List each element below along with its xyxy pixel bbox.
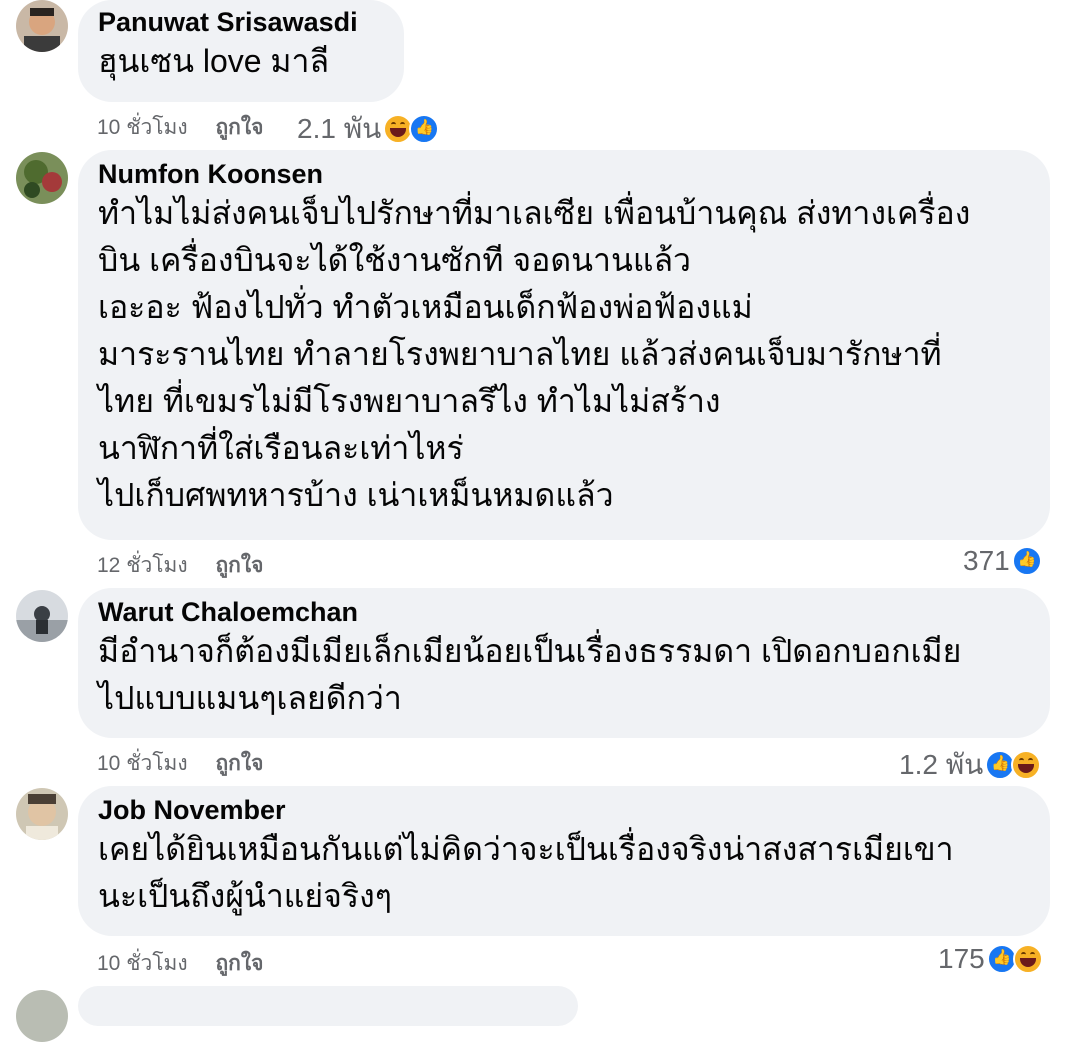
comment-time[interactable]: 10 ชั่วโมง xyxy=(97,747,188,780)
comment-meta: 10 ชั่วโมง ถูกใจ xyxy=(97,747,263,780)
comment-bubble: Numfon Koonsen ทำไมไม่ส่งคนเจ็บไปรักษาที… xyxy=(78,150,1050,540)
like-icon xyxy=(409,114,440,144)
avatar-photo xyxy=(16,152,68,204)
reaction-summary[interactable]: 2.1 พัน xyxy=(297,107,440,151)
comment-text: ไปแบบแมนๆเลยดีกว่า xyxy=(98,680,402,716)
reaction-summary[interactable]: 371 xyxy=(963,545,1042,577)
comment-meta: 10 ชั่วโมง ถูกใจ xyxy=(97,111,263,144)
comment-bubble: Job November เคยได้ยินเหมือนกันแต่ไม่คิด… xyxy=(78,786,1050,936)
reaction-count: 1.2 พัน xyxy=(899,749,984,780)
avatar[interactable] xyxy=(16,590,68,642)
comment-author[interactable]: Panuwat Srisawasdi xyxy=(98,6,384,38)
avatar-photo xyxy=(16,990,68,1042)
comment-text: นะเป็นถึงผู้นำแย่จริงๆ xyxy=(98,878,392,914)
avatar[interactable] xyxy=(16,152,68,204)
avatar[interactable] xyxy=(16,990,68,1042)
like-button[interactable]: ถูกใจ xyxy=(215,111,263,144)
comment-time[interactable]: 10 ชั่วโมง xyxy=(97,111,188,144)
like-icon xyxy=(1011,546,1042,576)
comment-text: บิน เครื่องบินจะได้ใช้งานซักที จอดนานแล้… xyxy=(98,242,692,278)
comment-author[interactable]: Warut Chaloemchan xyxy=(98,596,1030,628)
comment-text: ทำไมไม่ส่งคนเจ็บไปรักษาที่มาเลเซีย เพื่อ… xyxy=(98,195,971,231)
comment-bubble: Warut Chaloemchan มีอำนาจก็ต้องมีเมียเล็… xyxy=(78,588,1050,738)
comment-text: มาระรานไทย ทำลายโรงพยาบาลไทย แล้วส่งคนเจ… xyxy=(98,336,942,372)
avatar[interactable] xyxy=(16,0,68,52)
avatar-photo xyxy=(16,0,68,52)
comment-text: มีอำนาจก็ต้องมีเมียเล็กเมียน้อยเป็นเรื่อ… xyxy=(98,633,962,669)
like-button[interactable]: ถูกใจ xyxy=(215,747,263,780)
comment-meta: 10 ชั่วโมง ถูกใจ xyxy=(97,947,263,980)
comment-author[interactable]: Numfon Koonsen xyxy=(98,158,1030,190)
reaction-count: 2.1 พัน xyxy=(297,113,382,144)
comment-text: ฮุนเซน love มาลี xyxy=(98,43,330,79)
like-button[interactable]: ถูกใจ xyxy=(215,549,263,582)
reaction-count: 371 xyxy=(963,545,1010,576)
avatar-photo xyxy=(16,590,68,642)
comment-bubble: Panuwat Srisawasdi ฮุนเซน love มาลี xyxy=(78,0,404,102)
haha-icon xyxy=(1012,944,1043,974)
comment-time[interactable]: 10 ชั่วโมง xyxy=(97,947,188,980)
avatar-photo xyxy=(16,788,68,840)
avatar[interactable] xyxy=(16,788,68,840)
comment-text: นาฬิกาที่ใส่เรือนละเท่าไหร่ xyxy=(98,430,464,466)
comment-meta: 12 ชั่วโมง ถูกใจ xyxy=(97,549,263,582)
comment-text: ไทย ที่เขมรไม่มีโรงพยาบาลรึไง ทำไมไม่สร้… xyxy=(98,383,721,419)
comment-time[interactable]: 12 ชั่วโมง xyxy=(97,549,188,582)
comment-bubble xyxy=(78,986,578,1026)
reaction-summary[interactable]: 1.2 พัน xyxy=(899,743,1042,787)
comment-author[interactable]: Job November xyxy=(98,794,1030,826)
comment-text: เอะอะ ฟ้องไปทั่ว ทำตัวเหมือนเด็กฟ้องพ่อฟ… xyxy=(98,289,753,325)
haha-icon xyxy=(1011,750,1042,780)
reaction-summary[interactable]: 175 xyxy=(938,943,1043,975)
like-button[interactable]: ถูกใจ xyxy=(215,947,263,980)
comment-text: เคยได้ยินเหมือนกันแต่ไม่คิดว่าจะเป็นเรื่… xyxy=(98,831,954,867)
comment-text: ไปเก็บศพทหารบ้าง เน่าเหม็นหมดแล้ว xyxy=(98,477,614,513)
reaction-count: 175 xyxy=(938,943,985,974)
